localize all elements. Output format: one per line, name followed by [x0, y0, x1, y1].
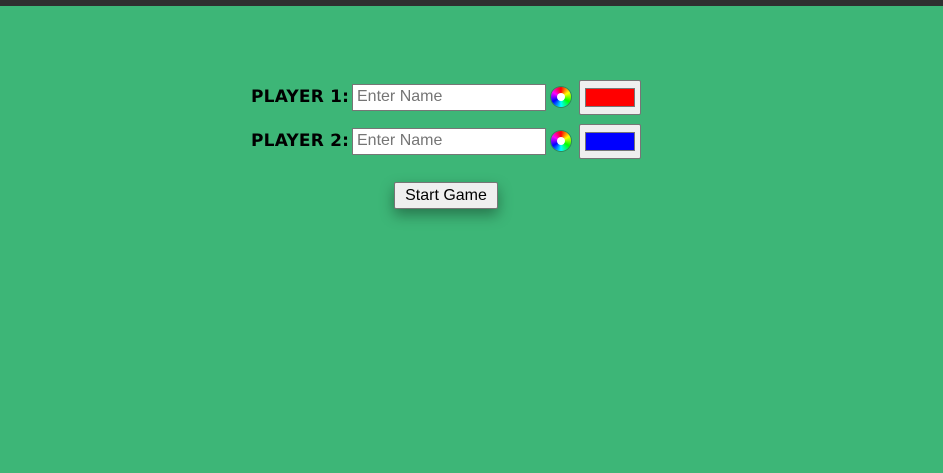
player-1-name-input[interactable] — [352, 83, 546, 111]
top-bar — [0, 0, 943, 6]
player-2-name-input[interactable] — [352, 127, 546, 155]
player-2-row: PLAYER 2: — [251, 123, 641, 159]
player-2-color-picker[interactable] — [579, 123, 641, 159]
color-wheel-icon — [551, 87, 571, 107]
player-1-row: PLAYER 1: — [251, 79, 641, 115]
start-game-button[interactable]: Start Game — [394, 182, 498, 209]
player-2-color-swatch — [585, 131, 635, 151]
player-2-label: PLAYER 2: — [251, 131, 350, 151]
player-1-color-picker[interactable] — [579, 79, 641, 115]
color-wheel-icon — [551, 131, 571, 151]
player-1-label: PLAYER 1: — [251, 87, 350, 107]
player-1-color-swatch — [585, 87, 635, 107]
